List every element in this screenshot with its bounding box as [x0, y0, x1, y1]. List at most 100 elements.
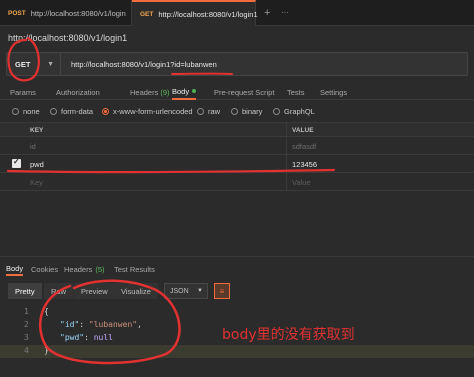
new-value-input[interactable]: Value [292, 178, 311, 187]
response-tab-headers[interactable]: Headers (5) [64, 262, 105, 276]
body-type-urlencoded[interactable]: x-www-form-urlencoded [102, 104, 193, 118]
row-value[interactable]: sdfasdf [292, 142, 316, 151]
tab-tests[interactable]: Tests [287, 84, 305, 100]
table-header: KEY VALUE [0, 122, 474, 137]
format-value: JSON [170, 287, 189, 295]
json-key-pwd: "pwd" [60, 333, 85, 342]
row-value[interactable]: 123456 [292, 160, 317, 169]
body-type-raw[interactable]: raw [197, 104, 220, 118]
body-type-label: GraphQL [284, 106, 315, 116]
response-tab-test-results[interactable]: Test Results [114, 262, 155, 276]
json-key-id: "id" [60, 320, 80, 329]
tab-login-post[interactable]: POST http://localhost:8080/v1/login [0, 0, 132, 26]
tab-body-label: Body [172, 86, 190, 96]
tab-settings[interactable]: Settings [320, 84, 347, 100]
add-tab-button[interactable]: + [264, 6, 270, 20]
chevron-down-icon: ▼ [197, 288, 203, 294]
status-dot-icon [192, 89, 197, 93]
code-text: } [44, 346, 49, 355]
table-row-new[interactable]: Key Value [0, 173, 474, 191]
body-type-none[interactable]: none [12, 104, 40, 118]
column-divider [286, 122, 287, 191]
line-number: 4 [24, 346, 29, 355]
radio-selected-icon [102, 107, 109, 115]
chevron-down-icon: ▼ [47, 60, 54, 68]
url-input[interactable]: http://localhost:8080/v1/login1?id=luban… [71, 53, 217, 75]
tab-settings-label: Settings [320, 87, 348, 97]
line-number: 1 [24, 307, 29, 316]
body-type-label: form-data [61, 106, 94, 116]
code-text: "id": "lubanwen", [60, 320, 142, 329]
body-type-binary[interactable]: binary [231, 104, 262, 118]
body-type-label: binary [242, 106, 263, 116]
json-colon: : [79, 320, 89, 329]
tab-pre-request-script[interactable]: Pre-request Script [214, 84, 274, 100]
close-brace: } [44, 346, 49, 355]
response-tabs: Body Cookies Headers (5) Test Results [0, 262, 474, 276]
format-dropdown[interactable]: JSON ▼ [164, 283, 208, 299]
response-tab-body[interactable]: Body [6, 262, 24, 276]
response-divider[interactable] [0, 256, 474, 257]
row-key[interactable]: id [30, 142, 36, 151]
view-preview-button[interactable]: Preview [74, 283, 115, 299]
wrap-lines-icon: ≡ [219, 286, 225, 296]
row-checkbox[interactable] [12, 141, 21, 150]
line-number: 2 [24, 320, 29, 329]
tab-authorization[interactable]: Authorization [56, 84, 100, 100]
row-key[interactable]: pwd [30, 160, 44, 169]
tab-label: http://localhost:8080/v1/login [30, 8, 126, 18]
response-tab-test-results-label: Test Results [114, 264, 155, 274]
code-line-current: 4 } [0, 345, 474, 358]
tab-method: GET [140, 10, 154, 18]
radio-icon [273, 107, 280, 115]
view-visualize-button[interactable]: Visualize [114, 283, 158, 299]
open-brace: { [44, 307, 49, 316]
line-number: 3 [24, 333, 29, 342]
response-tab-cookies-label: Cookies [31, 264, 59, 274]
tab-pre-request-label: Pre-request Script [214, 87, 275, 97]
more-tabs-button[interactable]: ··· [281, 6, 289, 20]
body-type-selector: none form-data x-www-form-urlencoded raw… [0, 104, 474, 118]
body-type-label: x-www-form-urlencoded [113, 106, 193, 116]
response-tab-body-label: Body [6, 263, 24, 273]
response-tab-headers-label: Headers [64, 264, 93, 274]
tab-params[interactable]: Params [10, 84, 36, 100]
body-type-label: raw [208, 106, 221, 116]
body-type-graphql[interactable]: GraphQL [273, 104, 315, 118]
new-key-input[interactable]: Key [30, 178, 43, 187]
method-dropdown[interactable]: GET ▼ [7, 53, 61, 75]
request-tabs: Params Authorization Headers (9) Body Pre… [0, 84, 474, 100]
url-bar: GET ▼ http://localhost:8080/v1/login1?id… [6, 52, 468, 76]
tab-authorization-label: Authorization [56, 87, 100, 97]
body-type-label: none [23, 106, 40, 116]
json-comma: , [137, 320, 142, 329]
json-value-pwd: null [93, 333, 113, 342]
json-colon: : [84, 333, 94, 342]
code-text: "pwd": null [60, 333, 113, 342]
headers-count: (9) [160, 87, 170, 97]
response-tab-cookies[interactable]: Cookies [31, 262, 58, 276]
table-row[interactable]: id sdfasdf [0, 137, 474, 155]
table-row[interactable]: pwd 123456 [0, 155, 474, 173]
radio-icon [12, 107, 19, 115]
json-value-id: "lubanwen" [88, 320, 138, 329]
wrap-lines-button[interactable]: ≡ [214, 283, 230, 299]
annotation-text: body里的没有获取到 [222, 327, 355, 343]
response-headers-count: (5) [95, 264, 105, 274]
tab-body[interactable]: Body [172, 84, 197, 100]
tab-label: http://localhost:8080/v1/login1 [158, 9, 258, 19]
row-checkbox-checked[interactable] [12, 157, 21, 168]
column-key: KEY [30, 127, 44, 134]
radio-icon [197, 107, 204, 115]
tab-method: POST [8, 9, 26, 17]
tab-login1-get[interactable]: GET http://localhost:8080/v1/login1 [132, 0, 258, 26]
tab-headers[interactable]: Headers (9) [130, 84, 170, 100]
tab-tests-label: Tests [287, 87, 305, 97]
code-line: 1 { [0, 306, 474, 319]
view-pretty-button[interactable]: Pretty [8, 283, 42, 299]
body-type-form-data[interactable]: form-data [50, 104, 93, 118]
method-value: GET [15, 59, 31, 69]
view-raw-button[interactable]: Raw [44, 283, 74, 299]
column-value: VALUE [292, 127, 314, 134]
code-text: { [44, 307, 49, 316]
